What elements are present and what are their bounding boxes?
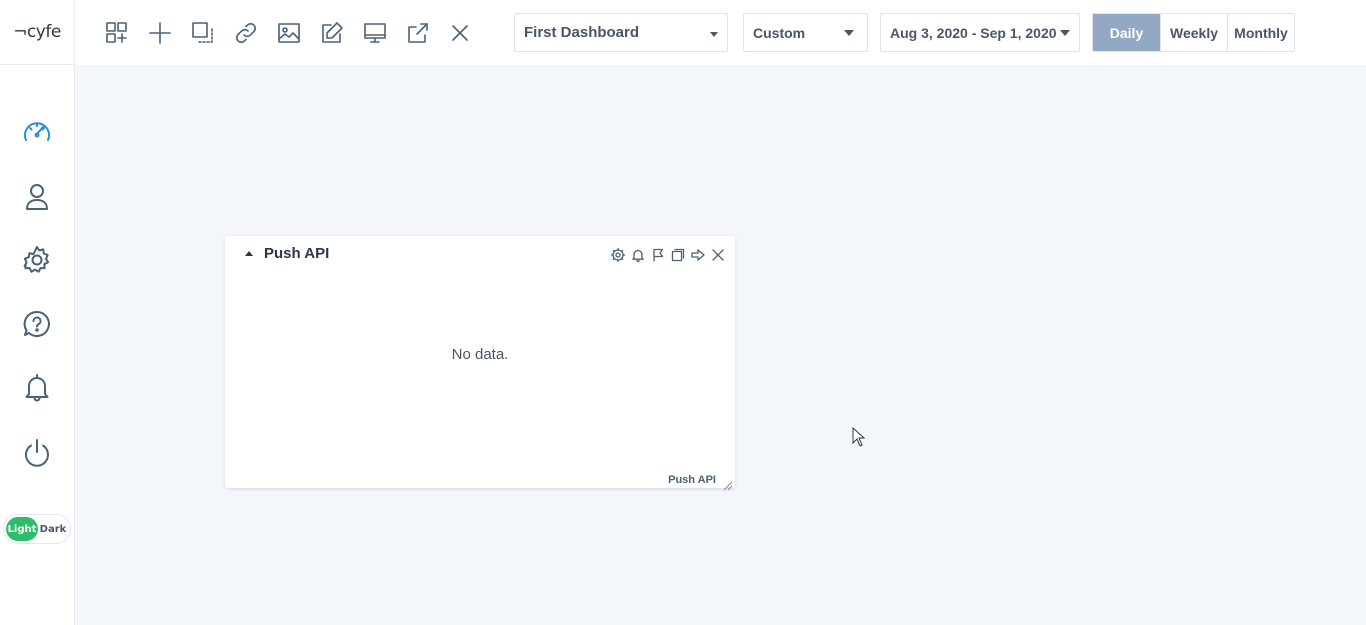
- bell-icon[interactable]: [631, 248, 645, 262]
- close-icon[interactable]: [711, 248, 725, 262]
- bell-icon[interactable]: [18, 368, 56, 406]
- range-select[interactable]: Custom: [743, 13, 868, 52]
- link-icon[interactable]: [231, 18, 261, 48]
- collapse-caret-icon[interactable]: [245, 251, 253, 256]
- top-toolbar: First Dashboard Custom Aug 3, 2020 - Sep…: [75, 0, 1366, 65]
- plus-icon[interactable]: [145, 18, 175, 48]
- image-icon[interactable]: [274, 18, 304, 48]
- widget-header[interactable]: Push API: [245, 245, 329, 262]
- theme-toggle[interactable]: Light Dark: [3, 514, 71, 544]
- dashboard-gauge-icon[interactable]: [18, 113, 56, 151]
- flag-icon[interactable]: [651, 248, 665, 262]
- resize-icon[interactable]: [188, 18, 218, 48]
- chevron-down-icon: [710, 32, 718, 37]
- range-select-value: Custom: [753, 24, 806, 41]
- user-icon[interactable]: [18, 177, 56, 215]
- period-monthly-button[interactable]: Monthly: [1227, 14, 1294, 51]
- period-toggle: Daily Weekly Monthly: [1092, 13, 1295, 52]
- copy-icon[interactable]: [671, 248, 685, 262]
- date-range-select[interactable]: Aug 3, 2020 - Sep 1, 2020: [880, 13, 1080, 52]
- widget-toolbar: [611, 248, 725, 262]
- monitor-icon[interactable]: [360, 18, 390, 48]
- date-range-value: Aug 3, 2020 - Sep 1, 2020: [890, 24, 1057, 41]
- theme-light-option[interactable]: Light: [6, 517, 38, 541]
- no-data-message: No data.: [451, 346, 509, 363]
- share-icon[interactable]: [403, 18, 433, 48]
- dashboard-select-value: First Dashboard: [524, 24, 640, 41]
- mouse-cursor-icon: [852, 427, 866, 447]
- chevron-down-icon: [844, 30, 854, 36]
- arrow-right-icon[interactable]: [691, 248, 705, 262]
- dashboard-select[interactable]: First Dashboard: [514, 13, 728, 52]
- resize-handle[interactable]: [723, 476, 733, 491]
- widget-title: Push API: [264, 245, 330, 262]
- gear-icon[interactable]: [611, 248, 625, 262]
- period-daily-button[interactable]: Daily: [1093, 14, 1160, 51]
- widget-footer-label: Push API: [668, 474, 716, 486]
- power-icon[interactable]: [18, 434, 56, 472]
- sidebar: ¬cyfe Light Dark: [0, 0, 75, 625]
- cyfe-logo[interactable]: ¬cyfe: [0, 0, 74, 65]
- gear-icon[interactable]: [18, 241, 56, 279]
- logo-text: ¬cyfe: [13, 22, 61, 42]
- chevron-down-icon: [1060, 30, 1070, 36]
- edit-icon[interactable]: [317, 18, 347, 48]
- close-icon[interactable]: [445, 18, 475, 48]
- help-chat-icon[interactable]: [18, 305, 56, 343]
- theme-dark-option[interactable]: Dark: [38, 524, 68, 535]
- add-widget-icon[interactable]: [102, 18, 132, 48]
- push-api-widget: Push API No data. Push API: [225, 236, 735, 491]
- period-weekly-button[interactable]: Weekly: [1160, 14, 1227, 51]
